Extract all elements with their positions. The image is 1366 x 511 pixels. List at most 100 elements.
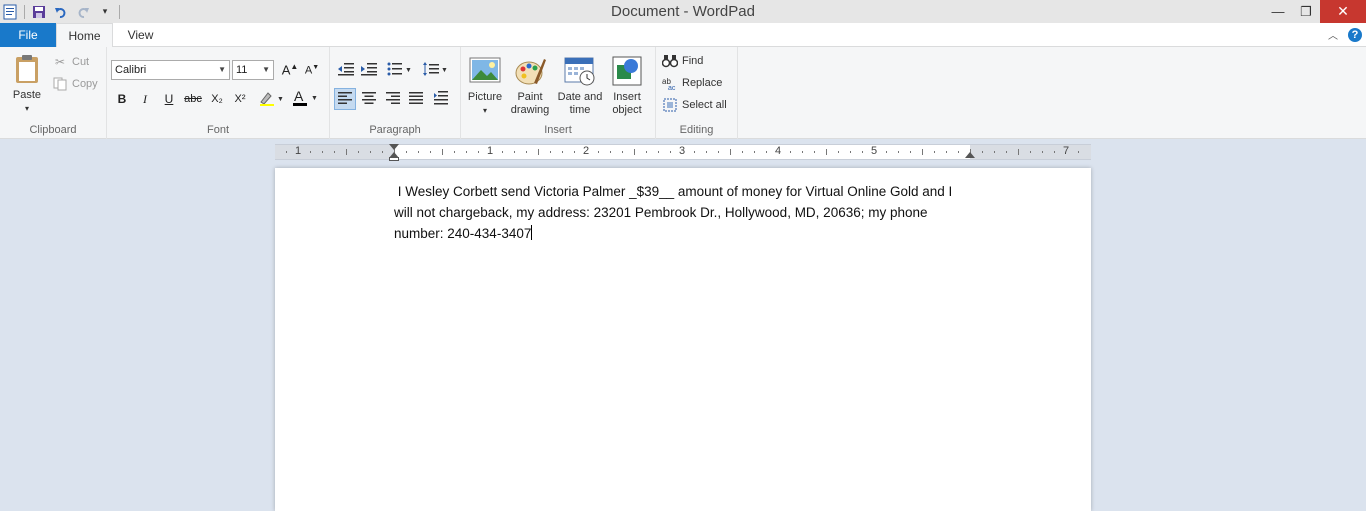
shrink-font-icon: A▼: [304, 63, 320, 77]
tab-home[interactable]: Home: [56, 23, 113, 48]
justify-button[interactable]: [405, 88, 427, 110]
decrease-indent-button[interactable]: [335, 59, 357, 81]
minimize-ribbon-icon[interactable]: ︿: [1328, 27, 1338, 42]
left-indent-marker[interactable]: [389, 157, 399, 161]
superscript-button[interactable]: X²: [229, 88, 251, 110]
paint-label-line1: Paint: [517, 91, 543, 103]
picture-icon: [469, 55, 501, 87]
select-all-button[interactable]: Select all: [662, 96, 727, 114]
increase-indent-button[interactable]: [358, 59, 380, 81]
font-size-select[interactable]: 11 ▼: [232, 60, 274, 80]
clipboard-group: Paste ▾ ✂ Cut Copy Clipboard: [0, 47, 107, 139]
copy-label: Copy: [72, 78, 98, 90]
paragraph-settings-button[interactable]: [430, 88, 452, 110]
restore-icon: ❐: [1300, 3, 1312, 19]
date-time-button[interactable]: Date and time: [555, 55, 605, 117]
minimize-button[interactable]: —: [1264, 0, 1292, 23]
replace-button[interactable]: ab ac Replace: [662, 74, 722, 92]
picture-dropdown-icon: ▾: [482, 106, 487, 115]
grow-font-icon: A▲: [281, 62, 299, 78]
right-indent-marker[interactable]: [965, 152, 975, 158]
ruler-tick: [658, 151, 659, 153]
ruler-label: 7: [1062, 145, 1070, 157]
align-center-icon: [362, 91, 376, 107]
align-right-button[interactable]: [382, 88, 404, 110]
insert-group: Picture ▾ Paint drawing Date and time In…: [461, 47, 656, 139]
ruler-tick: [502, 151, 503, 153]
ruler-tick: [838, 151, 839, 153]
paragraph-icon: [434, 90, 448, 108]
ruler-tick: [322, 151, 323, 153]
object-label-line2: object: [612, 104, 642, 116]
strikethrough-button[interactable]: abc: [182, 88, 204, 110]
find-button[interactable]: Find: [662, 52, 703, 70]
line-spacing-button[interactable]: ▼: [421, 59, 451, 81]
select-all-icon: [662, 97, 678, 113]
ruler-label: 1: [294, 145, 302, 157]
document-page[interactable]: I Wesley Corbett send Victoria Palmer _$…: [275, 168, 1091, 511]
paste-button[interactable]: Paste ▾: [8, 53, 46, 115]
grow-font-button[interactable]: A▲: [279, 59, 301, 81]
replace-label: Replace: [682, 77, 723, 89]
ruler-tick: [994, 151, 995, 153]
replace-icon: ab ac: [662, 75, 678, 91]
date-label-line2: time: [569, 104, 591, 116]
italic-button[interactable]: I: [134, 88, 156, 110]
editing-group-label: Editing: [679, 124, 714, 136]
font-family-select[interactable]: Calibri ▼: [111, 60, 230, 80]
insert-object-button[interactable]: Insert object: [607, 55, 647, 117]
date-label-line1: Date and: [557, 91, 603, 103]
svg-text:▼: ▼: [405, 67, 412, 74]
svg-text:A: A: [294, 89, 304, 104]
cut-button[interactable]: ✂ Cut: [52, 53, 89, 71]
ruler[interactable]: 1 1 2 3 4 5 7: [275, 144, 1091, 161]
ruler-label: 4: [774, 145, 782, 157]
paste-dropdown-icon: ▾: [24, 104, 29, 113]
copy-button[interactable]: Copy: [52, 75, 98, 93]
ruler-tick: [526, 151, 527, 153]
paragraph-group-label: Paragraph: [369, 124, 421, 136]
ruler-tick: [622, 151, 623, 153]
first-line-indent-marker[interactable]: [389, 144, 399, 150]
bullets-button[interactable]: ▼: [385, 59, 415, 81]
tab-file[interactable]: File: [0, 23, 56, 47]
close-button[interactable]: ✕: [1320, 0, 1366, 23]
bold-button[interactable]: B: [111, 88, 133, 110]
document-line: I Wesley Corbett send Victoria Palmer _$…: [394, 184, 953, 199]
document-line-last: number: 240-434-3407: [394, 223, 974, 244]
highlight-color-button[interactable]: ▼: [255, 88, 287, 110]
ruler-tick: [886, 151, 887, 153]
underline-button[interactable]: U: [158, 88, 180, 110]
align-left-button[interactable]: [334, 88, 356, 110]
ruler-tick: [826, 149, 827, 155]
font-group-label: Font: [206, 124, 229, 136]
ruler-tick: [814, 151, 815, 153]
ruler-tick: [670, 151, 671, 153]
paint-drawing-button[interactable]: Paint drawing: [508, 55, 552, 117]
align-center-button[interactable]: [358, 88, 380, 110]
restore-button[interactable]: ❐: [1292, 0, 1320, 23]
minimize-icon: —: [1271, 4, 1285, 19]
tab-view[interactable]: View: [113, 23, 168, 47]
ruler-tick: [286, 151, 287, 153]
picture-button[interactable]: Picture ▾: [465, 55, 505, 117]
font-group: Calibri ▼ 11 ▼ A▲ A▼ B I U abc X₂ X² ▼ A…: [107, 47, 330, 139]
ruler-tick: [1078, 151, 1079, 153]
font-color-button[interactable]: A ▼: [291, 88, 321, 110]
ruler-tick: [850, 151, 851, 153]
paragraph-group: ▼ ▼ Paragraph: [330, 47, 461, 139]
ruler-tick: [802, 151, 803, 153]
ribbon: Paste ▾ ✂ Cut Copy Clipboard Calibri ▼ 1…: [0, 47, 1366, 139]
svg-text:ac: ac: [668, 85, 676, 90]
ruler-label: 1: [486, 145, 494, 157]
shrink-font-button[interactable]: A▼: [301, 59, 323, 81]
font-size-value: 11: [236, 64, 248, 76]
help-icon[interactable]: ?: [1348, 27, 1362, 42]
align-right-icon: [386, 91, 400, 107]
ruler-tick: [754, 151, 755, 153]
subscript-button[interactable]: X₂: [206, 88, 228, 110]
ruler-tick: [922, 149, 923, 155]
cut-label: Cut: [72, 56, 90, 68]
ruler-tick: [982, 151, 983, 153]
document-text[interactable]: I Wesley Corbett send Victoria Palmer _$…: [394, 181, 974, 244]
